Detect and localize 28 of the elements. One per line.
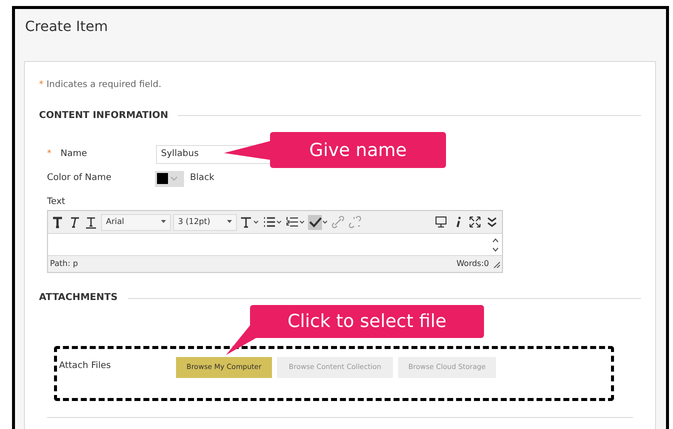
- scroll-arrows-icon: [492, 236, 499, 253]
- bullet-list-icon[interactable]: [262, 214, 283, 230]
- font-dropdown[interactable]: 3 (12pt): [173, 214, 237, 231]
- fullscreen-icon[interactable]: [468, 214, 483, 230]
- window-title: Create Item: [25, 18, 108, 37]
- required-mark: *: [47, 148, 52, 160]
- word-count: Words:0: [456, 258, 489, 270]
- color-picker[interactable]: [155, 170, 184, 187]
- bold-icon[interactable]: [50, 214, 65, 230]
- font-dropdown[interactable]: Arial: [101, 214, 171, 231]
- section-heading: ATTACHMENTS: [39, 291, 118, 306]
- field-label: Name: [60, 148, 88, 160]
- field-label: Attach Files: [59, 360, 112, 374]
- color-name: Black: [190, 172, 214, 185]
- required-note: Indicates a required field.: [46, 79, 162, 92]
- resize-handle-icon[interactable]: [493, 260, 500, 268]
- required-mark: *: [39, 79, 44, 92]
- caret-icon: [227, 220, 232, 224]
- caret-icon: [170, 176, 178, 182]
- text-color-icon[interactable]: [239, 214, 260, 230]
- monitor-icon[interactable]: [434, 214, 449, 230]
- underline-icon[interactable]: [84, 214, 99, 230]
- field-label: Text: [47, 196, 66, 209]
- section-heading: CONTENT INFORMATION: [39, 108, 168, 122]
- path-text: Path: p: [50, 258, 78, 270]
- field-label: Color of Name: [46, 172, 112, 185]
- caret-icon: [161, 220, 166, 224]
- spellcheck-icon[interactable]: [308, 214, 329, 230]
